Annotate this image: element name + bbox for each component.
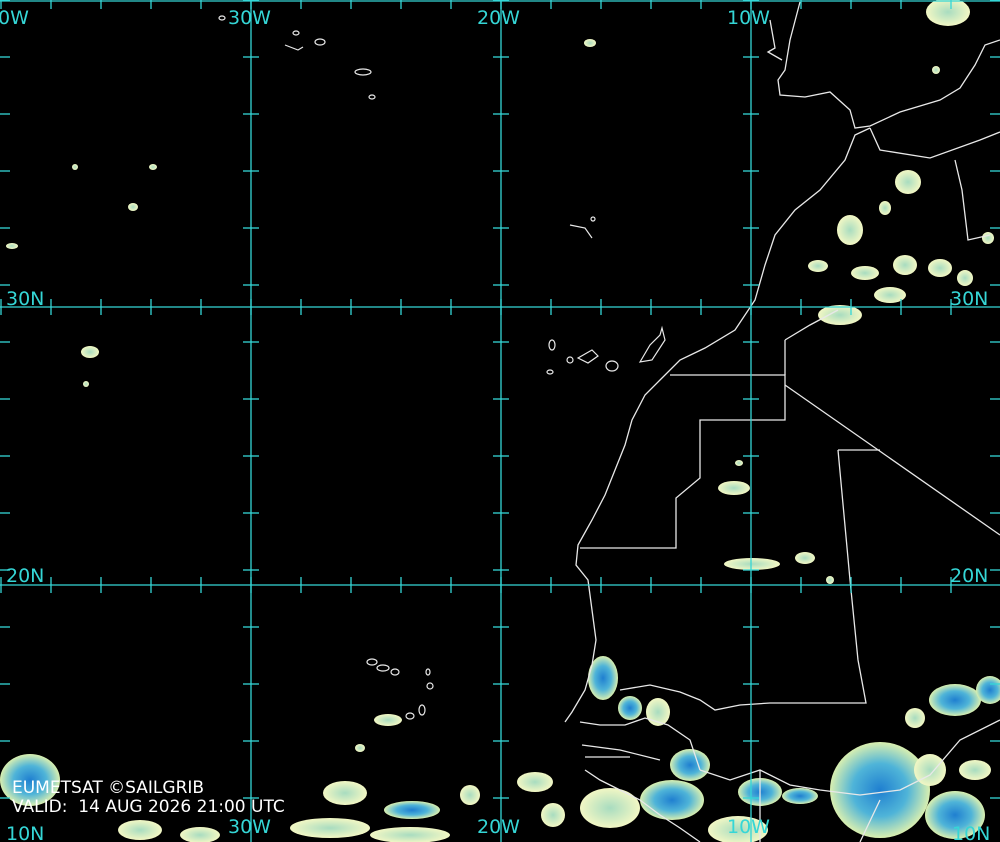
lon-label-30w-bottom: 30W — [228, 816, 271, 838]
satellite-map: 0W 30W 20W 10W 30N 30N 20N 20N 10N 30W 2… — [0, 0, 1000, 842]
lat-label-20n-left: 20N — [6, 565, 44, 587]
lon-label-20w-bottom: 20W — [477, 816, 520, 838]
lon-label-40w-top: 0W — [0, 7, 29, 29]
lon-label-20w-top: 20W — [477, 7, 520, 29]
lat-label-10n-left: 10N — [6, 823, 44, 842]
lat-label-30n-left: 30N — [6, 288, 44, 310]
credit-source: EUMETSAT ©SAILGRIB — [12, 778, 205, 798]
lat-label-20n-right: 20N — [950, 565, 988, 587]
lon-label-10w-bottom: 10W — [727, 816, 770, 838]
lon-label-30w-top: 30W — [228, 7, 271, 29]
valid-time: VALID: 14 AUG 2026 21:00 UTC — [12, 797, 285, 817]
lon-label-10w-top: 10W — [727, 7, 770, 29]
lat-label-10n-right: 10N — [952, 823, 990, 842]
lat-label-30n-right: 30N — [950, 288, 988, 310]
